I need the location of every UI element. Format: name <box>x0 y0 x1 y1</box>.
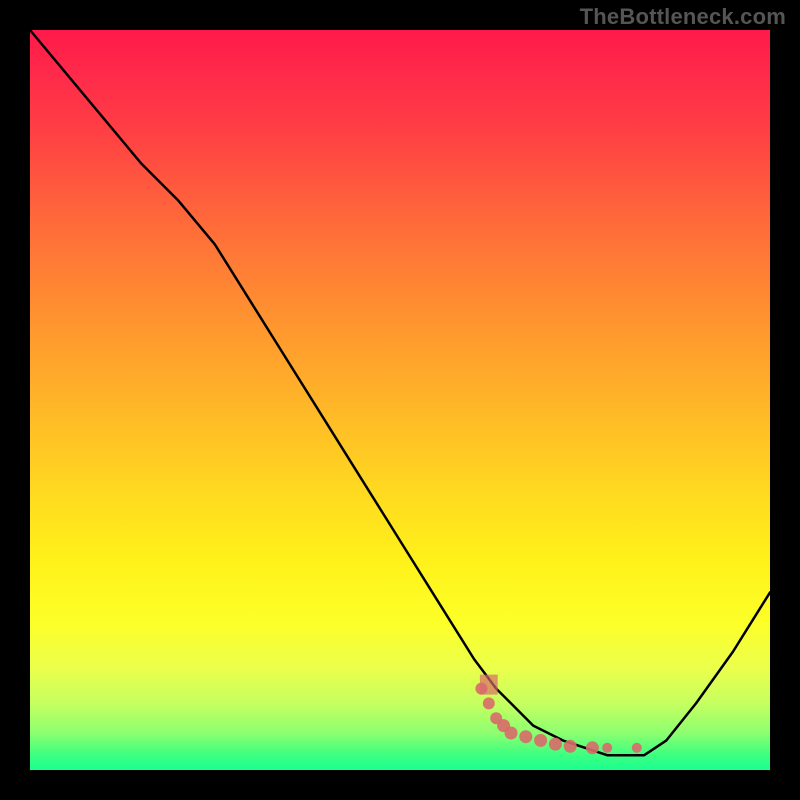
curve-layer <box>30 30 770 770</box>
marker-dot <box>632 743 642 753</box>
watermark-text: TheBottleneck.com <box>580 4 786 30</box>
marker-dot <box>505 727 518 740</box>
marker-dot <box>534 734 547 747</box>
plot-area <box>30 30 770 770</box>
marker-cluster <box>475 675 641 755</box>
marker-dot <box>475 683 487 695</box>
bottleneck-curve <box>30 30 770 755</box>
chart-frame: TheBottleneck.com <box>0 0 800 800</box>
marker-dot <box>549 738 562 751</box>
marker-dot <box>519 730 532 743</box>
marker-dot <box>483 697 495 709</box>
marker-dot <box>564 740 577 753</box>
marker-dot <box>602 743 612 753</box>
marker-dot <box>586 741 599 754</box>
